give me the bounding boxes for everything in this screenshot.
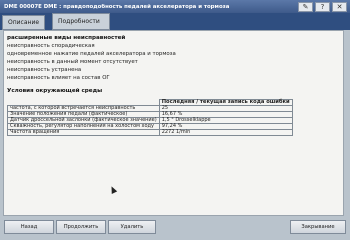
- fault-line: одновременное нажатие педалей акселерато…: [7, 51, 176, 57]
- title-bar-buttons: ✎ ? ✕: [298, 1, 350, 12]
- continue-button[interactable]: Продолжить: [56, 220, 106, 234]
- row-label: Частота вращения: [7, 129, 160, 136]
- edit-icon[interactable]: ✎: [298, 1, 313, 12]
- close-icon[interactable]: ✕: [332, 1, 347, 12]
- row-value: 2272 1/min: [158, 129, 293, 136]
- close-button[interactable]: Закрывание: [290, 220, 346, 234]
- delete-button[interactable]: Удалить: [108, 220, 156, 234]
- title-bar: DME 00007E DME : правдоподобность педале…: [0, 0, 350, 13]
- environment-table: Последняя / текущая запись кода ошибки ч…: [7, 99, 293, 136]
- footer-bar: Назад Продолжить Удалить Закрывание: [0, 216, 350, 240]
- fault-types-heading: расширенные виды неисправностей: [7, 35, 126, 41]
- details-panel: расширенные виды неисправностей неисправ…: [3, 30, 344, 216]
- fault-line: неисправность влияет на состав ОГ: [7, 75, 110, 81]
- fault-line: неисправность в данный момент отсутствуе…: [7, 59, 138, 65]
- back-button[interactable]: Назад: [4, 220, 54, 234]
- tab-details[interactable]: Подробности: [52, 13, 110, 30]
- tab-bar: Описание Подробности: [0, 13, 350, 30]
- window-title: DME 00007E DME : правдоподобность педале…: [4, 3, 230, 10]
- help-icon[interactable]: ?: [315, 1, 330, 12]
- fault-line: неисправность устранена: [7, 67, 82, 73]
- tab-description[interactable]: Описание: [2, 15, 45, 30]
- column-header: Последняя / текущая запись кода ошибки: [158, 99, 293, 106]
- environment-heading: Условия окружающей среды: [7, 88, 103, 94]
- table-row: Частота вращения 2272 1/min: [7, 129, 293, 136]
- fault-line: неисправность спорадическая: [7, 43, 95, 49]
